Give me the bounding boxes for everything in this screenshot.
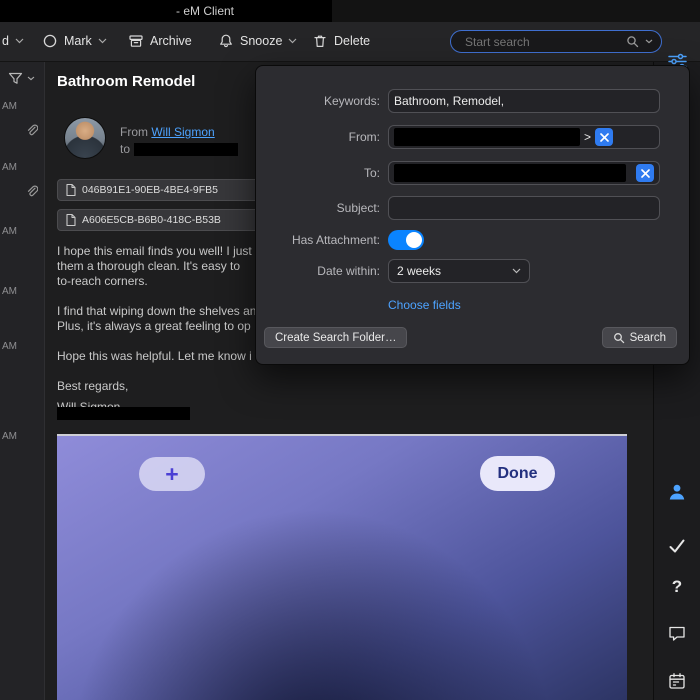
email-subject: Bathroom Remodel — [57, 73, 196, 90]
redacted-from-token — [394, 128, 580, 146]
message-time[interactable]: AM — [2, 162, 17, 173]
circle-icon — [42, 33, 58, 49]
plus-glyph: + — [165, 460, 179, 487]
paperclip-icon — [24, 123, 38, 138]
date-within-value: 2 weeks — [397, 264, 442, 278]
document-icon — [65, 213, 77, 227]
search-icon[interactable] — [626, 35, 639, 48]
paperclip-icon — [24, 184, 38, 199]
subject-field-label: Subject: — [336, 201, 380, 215]
email-body-line: I hope this email finds you well! I just — [57, 244, 252, 258]
message-time[interactable]: AM — [2, 101, 17, 112]
partial-button-label: d — [2, 34, 9, 48]
message-filter-button[interactable] — [8, 71, 35, 85]
question-glyph: ? — [671, 577, 683, 596]
from-token-suffix: > — [584, 130, 592, 144]
panel-search-label: Search — [629, 331, 666, 344]
archive-button[interactable]: Archive — [128, 22, 192, 60]
window-title: - eM Client — [176, 4, 235, 18]
create-search-folder-button[interactable]: Create Search Folder… — [264, 327, 408, 348]
message-time[interactable]: AM — [2, 226, 17, 237]
choose-fields-link[interactable]: Choose fields — [388, 298, 461, 312]
has-attachment-toggle[interactable] — [388, 230, 424, 250]
mark-button[interactable]: Mark — [42, 22, 107, 60]
search-bar[interactable] — [450, 30, 662, 53]
trash-icon — [312, 33, 328, 49]
keywords-value: Bathroom, Remodel, — [394, 94, 505, 108]
delete-button-label: Delete — [334, 34, 371, 48]
mark-button-label: Mark — [64, 34, 92, 48]
email-body-line: them a thorough clean. It's easy to — [57, 259, 241, 273]
date-within-label: Date within: — [317, 264, 380, 278]
calendar-icon[interactable] — [654, 672, 700, 690]
done-label: Done — [497, 464, 538, 482]
toolbar: d Mark Archive Snooze Delete Start searc… — [0, 22, 700, 70]
chevron-down-icon — [512, 268, 521, 274]
panel-search-button[interactable]: Search — [601, 327, 677, 348]
date-within-select[interactable]: 2 weeks — [388, 259, 530, 283]
help-icon[interactable]: ? — [654, 577, 700, 597]
from-label: From — [120, 125, 148, 139]
attachment-name: 046B91E1-90EB-4BE4-9FB5 — [82, 184, 219, 196]
delete-button[interactable]: Delete — [312, 22, 370, 60]
keywords-label: Keywords: — [323, 94, 380, 108]
email-body-line: Plus, it's always a great feeling to op — [57, 319, 251, 333]
to-input[interactable] — [388, 161, 660, 185]
from-field-label: From: — [348, 130, 380, 144]
redacted-to-token — [394, 164, 626, 182]
message-time[interactable]: AM — [2, 341, 17, 352]
to-label: to — [120, 142, 131, 156]
app-window: - eM Client d Mark Archive Snooze Delete… — [0, 0, 700, 700]
email-body-line: Best regards, — [57, 379, 129, 393]
snooze-button[interactable]: Snooze — [218, 22, 297, 60]
image-add-button: + — [139, 457, 205, 491]
remove-to-token-button[interactable] — [636, 164, 654, 182]
advanced-search-panel: Keywords: Bathroom, Remodel, From: > To:… — [255, 65, 690, 365]
chevron-down-icon — [15, 38, 24, 44]
subject-input[interactable] — [388, 196, 660, 220]
create-search-folder-label: Create Search Folder… — [275, 331, 397, 344]
chevron-down-icon — [288, 38, 297, 44]
from-line: From Will Sigmon — [120, 125, 215, 139]
bell-icon — [218, 33, 234, 49]
search-icon — [613, 332, 625, 344]
remove-from-token-button[interactable] — [595, 128, 614, 146]
sender-avatar — [64, 117, 106, 159]
attachment-name: A606E5CB-B6B0-418C-B53B — [82, 214, 221, 226]
chevron-down-icon — [27, 76, 35, 81]
snooze-button-label: Snooze — [240, 34, 283, 48]
from-input[interactable]: > — [388, 125, 660, 149]
email-body-line: to-reach corners. — [57, 274, 148, 288]
to-field-label: To: — [363, 166, 380, 180]
image-done-button: Done — [480, 456, 555, 491]
message-time[interactable]: AM — [2, 431, 17, 442]
titlebar-black-region: - eM Client — [0, 0, 332, 22]
email-body-line: I find that wiping down the shelves an — [57, 304, 257, 318]
funnel-icon — [8, 71, 23, 85]
redacted-recipient — [134, 142, 239, 156]
to-line: to — [120, 142, 239, 156]
chat-icon[interactable] — [654, 625, 700, 642]
contacts-icon[interactable] — [654, 482, 700, 502]
document-icon — [65, 183, 77, 197]
chevron-down-icon — [98, 38, 107, 44]
archive-icon — [128, 33, 144, 49]
toggle-knob — [406, 232, 422, 248]
message-list-strip: AM AM AM AM AM AM — [0, 61, 45, 700]
keywords-input[interactable]: Bathroom, Remodel, — [388, 89, 660, 113]
search-input[interactable] — [463, 33, 620, 50]
embedded-screenshot-image: + Done — [57, 434, 627, 700]
search-scope-chevron-icon[interactable] — [645, 39, 653, 44]
archive-button-label: Archive — [150, 34, 192, 48]
partial-button[interactable]: d — [2, 22, 24, 60]
has-attachment-label: Has Attachment: — [291, 233, 380, 247]
email-body-line: Hope this was helpful. Let me know i — [57, 349, 252, 363]
tasks-check-icon[interactable] — [654, 538, 700, 554]
sender-name-link[interactable]: Will Sigmon — [151, 125, 214, 139]
titlebar: - eM Client — [0, 0, 700, 22]
message-time[interactable]: AM — [2, 286, 17, 297]
redacted-signature — [57, 407, 190, 420]
